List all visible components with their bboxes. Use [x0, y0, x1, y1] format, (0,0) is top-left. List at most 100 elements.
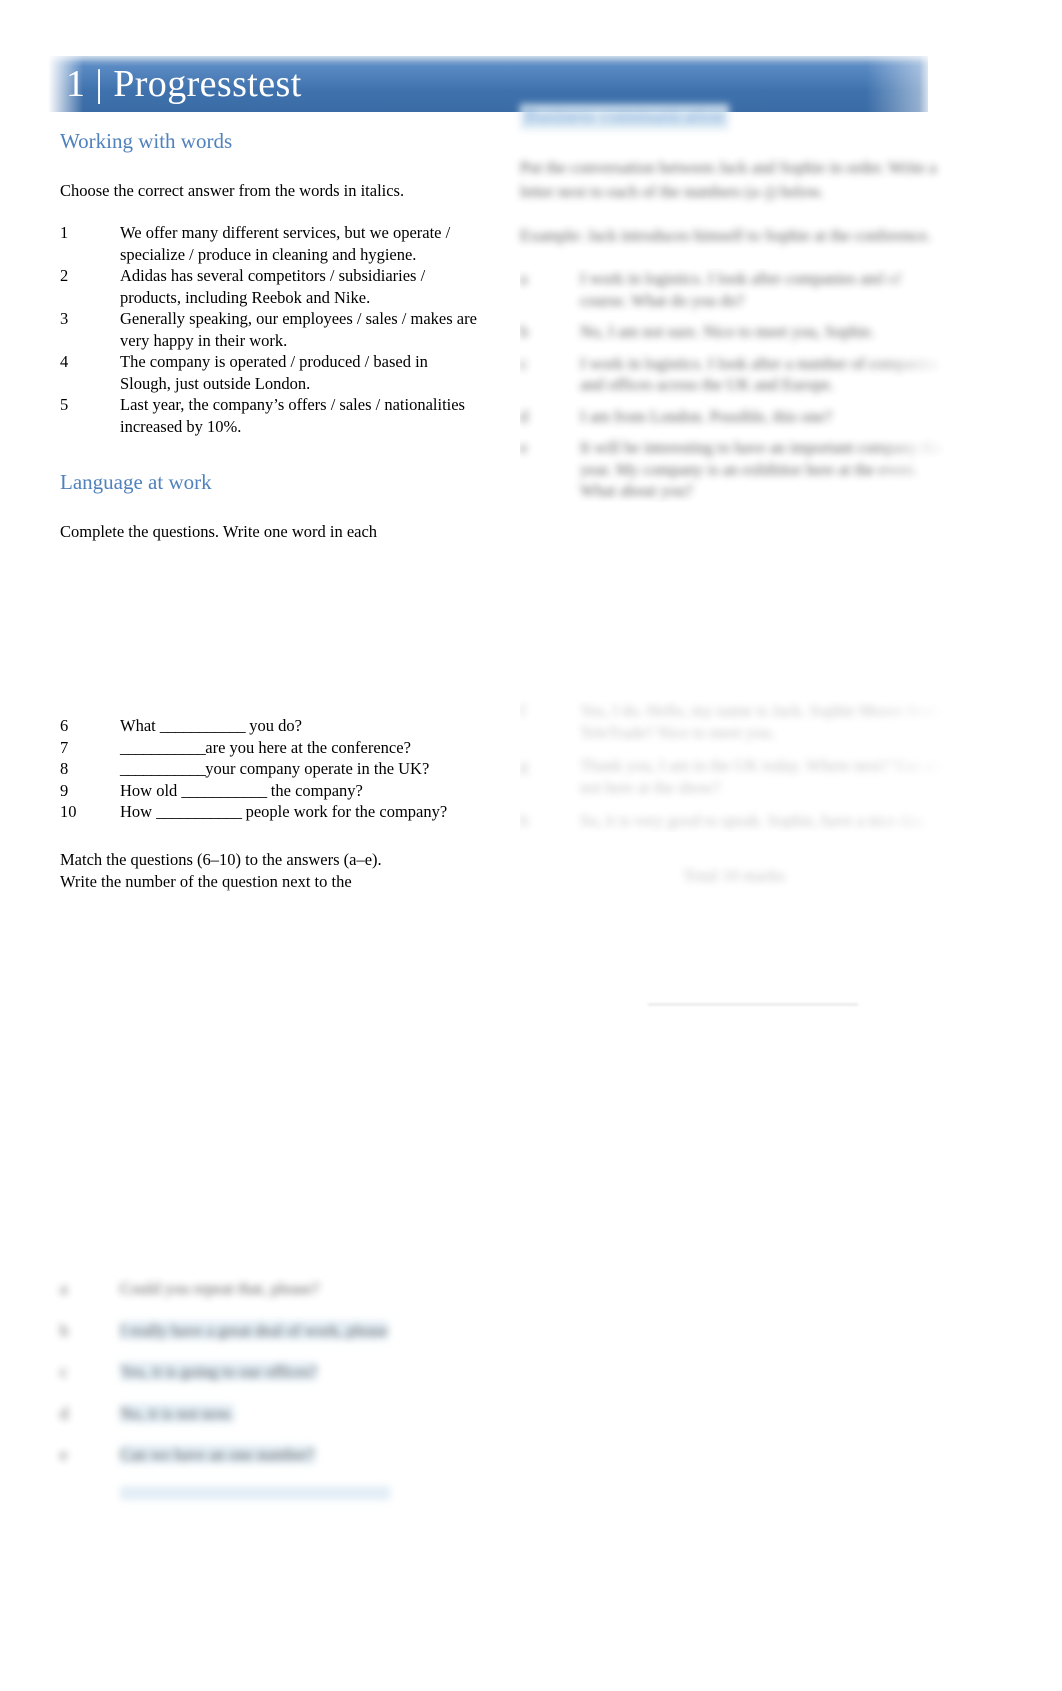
item-number: 5 [60, 395, 69, 414]
item-suffix: your company operate in the UK? [205, 759, 430, 778]
item-number: 1 [60, 223, 69, 242]
list-item: e It will be interesting to have an impo… [520, 437, 948, 502]
list-item: a I work in logistics. I look after comp… [520, 268, 948, 311]
item-text: It will be interesting to have an import… [580, 438, 947, 500]
item-suffix: the company? [266, 780, 363, 800]
list-item: 8 ___________your company operate in the… [60, 758, 480, 780]
item-text: Could you repeat that, please? [120, 1279, 320, 1298]
list-item: 3 Generally speaking, our employees / sa… [60, 308, 480, 351]
list-item: 1 We offer many different services, but … [60, 222, 480, 265]
blurred-ordering-list-a: a I work in logistics. I look after comp… [520, 268, 948, 502]
blurred-heading-business-communication: Business communication [520, 104, 729, 130]
item-number: e [60, 1445, 68, 1464]
item-text: The company is operated / produced / bas… [120, 352, 428, 393]
item-suffix: are you here at the conference? [205, 737, 411, 757]
item-number: b [520, 322, 529, 341]
item-number: c [520, 353, 528, 373]
item-number: 9 [60, 780, 69, 800]
list-item: 7 ___________are you here at the confere… [60, 737, 480, 759]
heading-working-with-words: Working with words [60, 129, 233, 153]
list-item: d I am from London. Possible, this one? [520, 406, 948, 428]
item-number: d [520, 406, 529, 426]
item-text: I am from London. Possible, this one? [580, 406, 833, 426]
item-number: 7 [60, 737, 69, 757]
list-item: 5 Last year, the company’s offers / sale… [60, 394, 480, 437]
item-prefix: What [120, 716, 160, 735]
item-number: g [520, 756, 529, 775]
item-prefix: How [120, 802, 157, 821]
item-suffix: people work for the company? [241, 802, 448, 821]
list-item: b No, I am not sure. Nice to meet you, S… [520, 321, 948, 343]
document-page: 1 | Progresstest Working with words Choo… [0, 0, 1062, 1691]
blurred-answer-list: a Could you repeat that, please? b I rea… [60, 1278, 460, 1500]
instruction-complete-the-questions: Complete the questions. Write one word i… [60, 522, 378, 541]
item-text: I work in logistics. I look after a numb… [580, 353, 940, 395]
words-question-list: 1 We offer many different services, but … [60, 222, 480, 437]
blurred-answers: a Could you repeat that, please? b I rea… [60, 1278, 460, 1466]
list-item: d No, it is not now. [60, 1403, 460, 1425]
right-column-lower: f Yes, I do. Hello, my name is Jack. Sop… [520, 700, 948, 1005]
item-number: 8 [60, 759, 69, 778]
item-text: I work in logistics. I look after compan… [580, 269, 902, 310]
list-item: 4 The company is operated / produced / b… [60, 351, 480, 394]
answer-blank[interactable]: ___________ [156, 802, 242, 821]
answer-blank[interactable]: ___________ [120, 738, 206, 757]
item-text: No, it is not now. [120, 1403, 234, 1423]
item-text: Yes, it is going to our offices? [120, 1362, 318, 1381]
item-prefix: How old [120, 780, 182, 800]
item-text: Thank you, I am in the UK today. Where n… [580, 756, 945, 797]
item-text: Last year, the company’s offers / sales … [120, 395, 465, 436]
list-item: g Thank you, I am in the UK today. Where… [520, 755, 948, 798]
answer-blank[interactable]: ___________ [181, 781, 267, 800]
item-text: Generally speaking, our employees / sale… [120, 309, 477, 350]
list-item: 9 How old ___________ the company? [60, 780, 480, 802]
item-text: Can we have an one number? [120, 1445, 315, 1464]
list-item: h So, it is very good to speak. Sophie, … [520, 810, 948, 832]
list-item: b I really have a great deal of work, pl… [60, 1320, 460, 1342]
blurred-ordering-list-b: f Yes, I do. Hello, my name is Jack. Sop… [520, 700, 948, 832]
list-item: 6 What ___________ you do? [60, 715, 480, 737]
heading-language-at-work: Language at work [60, 470, 212, 494]
instruction-choose-correct-answer: Choose the correct answer from the words… [60, 181, 405, 200]
right-column: Business communication Put the conversat… [520, 104, 948, 512]
item-number: 4 [60, 352, 69, 371]
item-number: f [520, 701, 526, 720]
item-number: 3 [60, 309, 69, 328]
item-text: Yes, I do. Hello, my name is Jack. Sophi… [580, 701, 940, 742]
list-item: a Could you repeat that, please? [60, 1278, 460, 1300]
list-item: e Can we have an one number? [60, 1444, 460, 1466]
item-text: No, I am not sure. Nice to meet you, Sop… [580, 322, 875, 341]
item-number: e [520, 438, 528, 457]
instruction-match-questions: Match the questions (6–10) to the answer… [60, 849, 382, 869]
left-column: Working with words Choose the correct an… [60, 128, 480, 897]
blurred-paragraph-1: Put the conversation between Jack and So… [520, 158, 937, 201]
instruction-match-questions-line2: Write the number of the question next to… [60, 871, 352, 891]
item-number: b [60, 1320, 69, 1340]
item-number: h [520, 811, 529, 830]
blurred-paragraph-2: Example: Jack introduces himself to Soph… [520, 226, 931, 245]
blurred-highlight-bar [120, 1485, 390, 1500]
item-text: So, it is very good to speak. Sophie, ha… [580, 811, 927, 830]
item-text: Adidas has several competitors / subsidi… [120, 266, 426, 307]
item-text: I really have a great deal of work, plea… [120, 1320, 388, 1340]
answer-blank[interactable]: ___________ [160, 716, 246, 735]
blurred-total-marks: Total 10 marks [683, 865, 785, 885]
language-question-list: 6 What ___________ you do? 7 ___________… [60, 715, 480, 823]
blurred-horizontal-rule [648, 1003, 858, 1005]
item-number: a [520, 269, 528, 288]
list-item: f Yes, I do. Hello, my name is Jack. Sop… [520, 700, 948, 743]
item-number: 2 [60, 266, 69, 285]
item-number: c [60, 1362, 68, 1381]
item-suffix: you do? [245, 716, 302, 735]
list-item: 2 Adidas has several competitors / subsi… [60, 265, 480, 308]
answer-blank[interactable]: ___________ [120, 759, 206, 778]
list-item: 10 How ___________ people work for the c… [60, 801, 480, 823]
item-number: a [60, 1279, 68, 1298]
list-item: c Yes, it is going to our offices? [60, 1361, 460, 1383]
item-number: d [60, 1403, 69, 1423]
item-text: We offer many different services, but we… [120, 223, 451, 264]
page-title: 1 | Progresstest [66, 63, 302, 105]
item-number: 10 [60, 802, 77, 821]
item-number: 6 [60, 716, 69, 735]
list-item: c I work in logistics. I look after a nu… [520, 353, 948, 396]
